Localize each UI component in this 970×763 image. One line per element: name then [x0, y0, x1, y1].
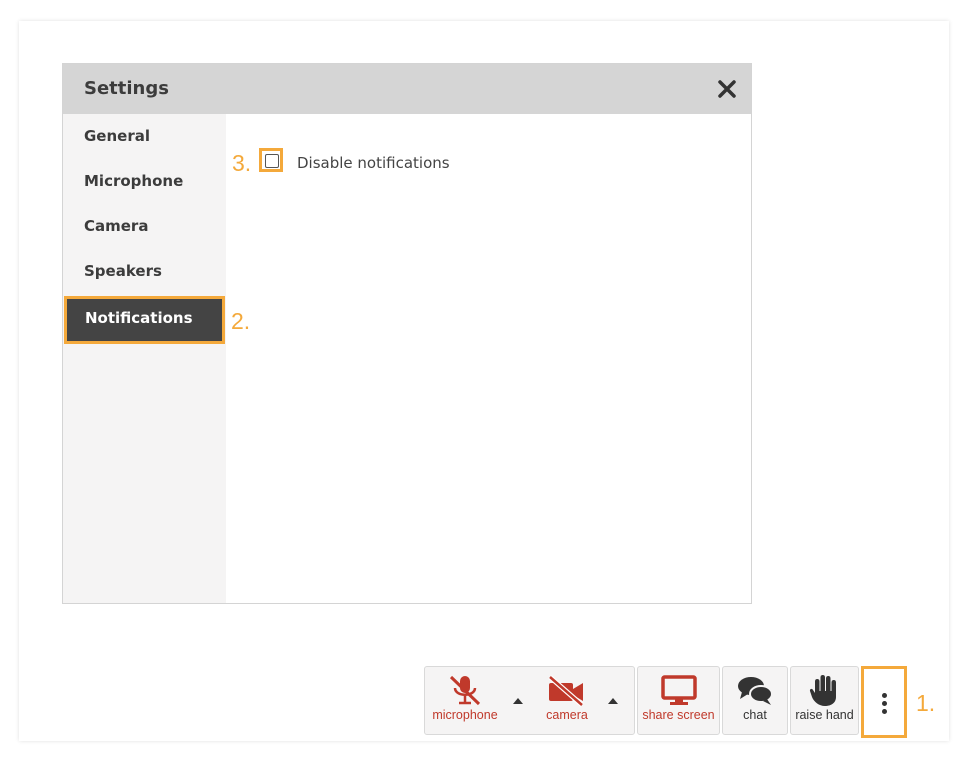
- disable-notifications-label[interactable]: Disable notifications: [297, 154, 450, 172]
- more-options-button[interactable]: [861, 666, 907, 738]
- share-screen-button[interactable]: share screen: [638, 667, 719, 734]
- monitor-icon: [661, 675, 697, 705]
- dialog-title: Settings: [84, 78, 169, 99]
- step-marker-3: 3.: [232, 150, 252, 176]
- nav-item-microphone[interactable]: Microphone: [63, 159, 226, 204]
- nav-item-speakers[interactable]: Speakers: [63, 249, 226, 294]
- checkbox-highlight: [259, 148, 283, 172]
- raise-hand-label: raise hand: [795, 708, 854, 722]
- av-controls-group: microphone camera: [424, 666, 635, 735]
- chat-label: chat: [743, 708, 767, 722]
- disable-notifications-checkbox[interactable]: [265, 154, 279, 168]
- settings-content: [226, 114, 751, 603]
- camera-button[interactable]: camera: [527, 667, 607, 734]
- more-options-icon-dot: [882, 709, 887, 714]
- camera-label: camera: [546, 708, 588, 722]
- chat-button[interactable]: chat: [723, 667, 787, 734]
- microphone-button[interactable]: microphone: [425, 667, 505, 734]
- more-options-icon: [882, 693, 887, 698]
- camera-off-icon: [548, 675, 584, 707]
- hand-icon: [809, 675, 836, 706]
- microphone-label: microphone: [432, 708, 498, 722]
- step-marker-2: 2.: [231, 308, 251, 334]
- nav-item-notifications[interactable]: Notifications: [64, 296, 225, 344]
- chat-group: chat: [722, 666, 788, 735]
- close-button[interactable]: [717, 79, 737, 99]
- microphone-options-caret[interactable]: [513, 698, 523, 704]
- nav-item-general[interactable]: General: [63, 114, 226, 159]
- more-options-icon-dot: [882, 701, 887, 706]
- microphone-muted-icon: [449, 675, 481, 706]
- close-icon: [718, 80, 736, 98]
- raise-hand-group: raise hand: [790, 666, 859, 735]
- nav-item-camera[interactable]: Camera: [63, 204, 226, 249]
- dialog-header: Settings: [63, 64, 751, 114]
- camera-options-caret[interactable]: [608, 698, 618, 704]
- settings-dialog: Settings General Microphone Camera Speak…: [62, 63, 752, 604]
- step-marker-1: 1.: [916, 690, 936, 716]
- raise-hand-button[interactable]: raise hand: [791, 667, 858, 734]
- settings-sidebar: General Microphone Camera Speakers Notif…: [63, 114, 226, 603]
- share-screen-group: share screen: [637, 666, 720, 735]
- chat-icon: [738, 677, 773, 705]
- share-screen-label: share screen: [642, 708, 715, 722]
